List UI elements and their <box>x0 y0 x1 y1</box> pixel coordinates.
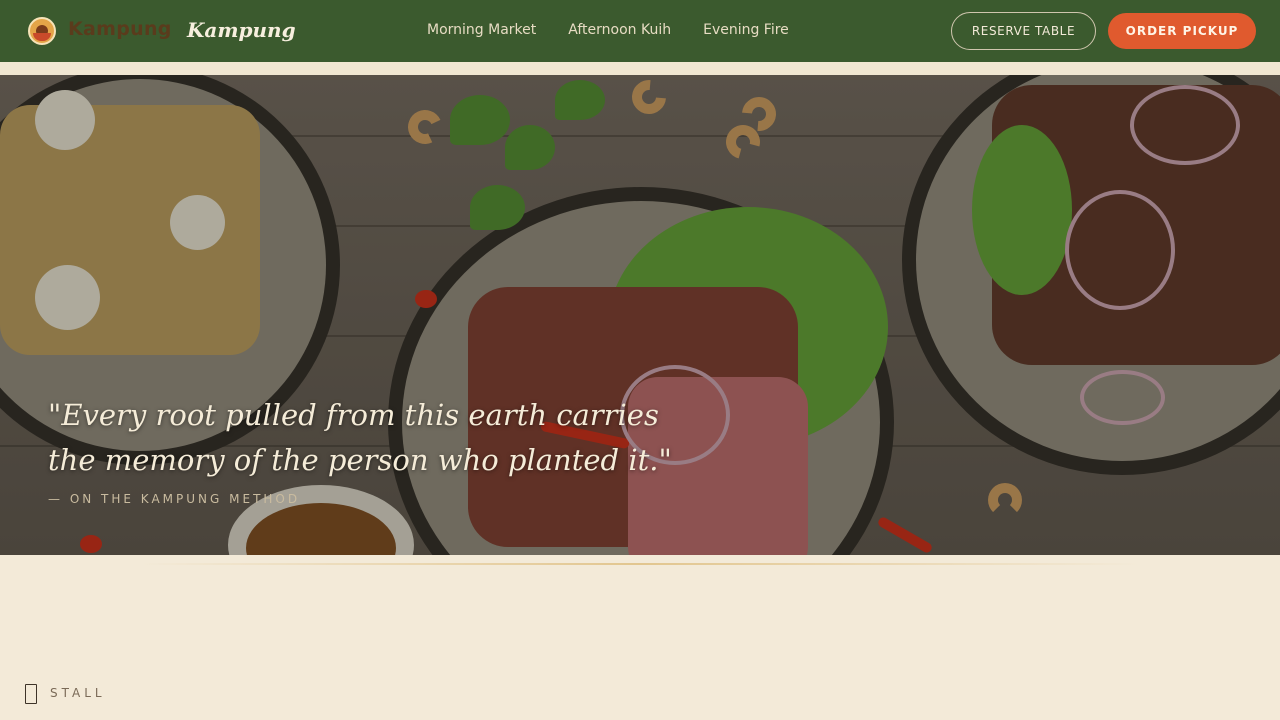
header-strip <box>0 62 1280 75</box>
site-header: Kampung Kampung Morning Market Afternoon… <box>0 0 1280 62</box>
order-pickup-button[interactable]: ORDER PICKUP <box>1108 13 1256 49</box>
main-nav: Morning Market Afternoon Kuih Evening Fi… <box>427 22 789 38</box>
hero-banner: "Every root pulled from this earth carri… <box>0 75 1280 555</box>
brand-name[interactable]: Kampung <box>68 18 172 40</box>
stall-icon <box>25 684 37 704</box>
nav-morning-market[interactable]: Morning Market <box>427 22 536 38</box>
nav-evening-fire[interactable]: Evening Fire <box>703 22 789 38</box>
quote-attribution: — ON THE KAMPUNG METHOD <box>48 492 301 506</box>
logo-bowl <box>33 33 51 41</box>
section-divider <box>140 563 1140 565</box>
brand-script[interactable]: Kampung <box>187 18 296 42</box>
hero-overlay <box>0 75 1280 555</box>
section-label: STALL <box>50 686 106 700</box>
hero-quote: "Every root pulled from this earth carri… <box>48 398 672 477</box>
logo-icon[interactable] <box>28 17 56 45</box>
reserve-table-button[interactable]: RESERVE TABLE <box>951 12 1096 50</box>
nav-afternoon-kuih[interactable]: Afternoon Kuih <box>568 22 671 38</box>
